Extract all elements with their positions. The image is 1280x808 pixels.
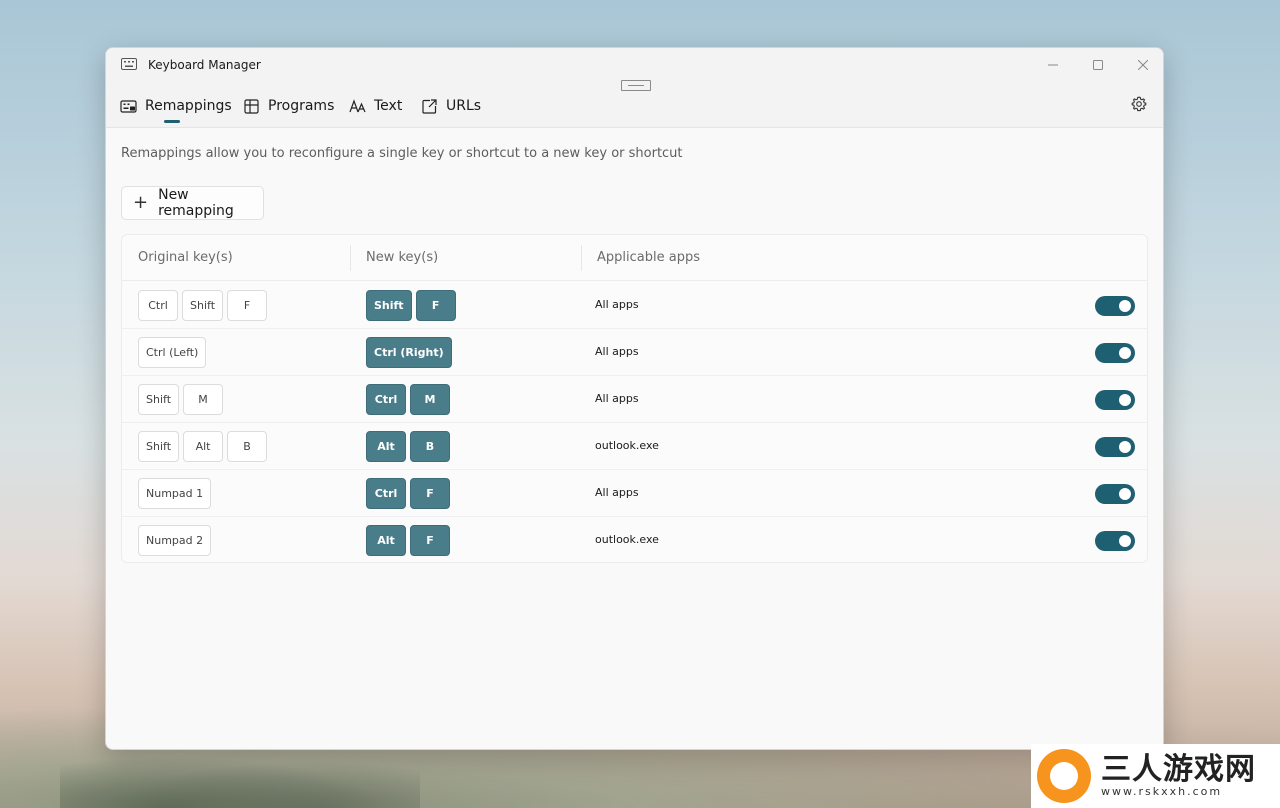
applicable-app: outlook.exe [595, 533, 659, 546]
applicable-app: All apps [595, 392, 639, 405]
tab-remappings[interactable]: Remappings [120, 94, 232, 118]
drag-handle-icon[interactable] [621, 80, 651, 91]
new-keys: Ctrl F [366, 478, 450, 509]
keyboard-app-icon [121, 58, 137, 70]
tab-programs-label: Programs [268, 98, 335, 114]
minimize-button[interactable] [1030, 48, 1075, 82]
original-key-chip: M [183, 384, 224, 415]
new-key-chip: Alt [366, 431, 406, 462]
original-key-chip: Shift [138, 384, 180, 415]
header-original-keys: Original key(s) [138, 250, 233, 265]
original-key-chip: Numpad 2 [138, 525, 212, 556]
tab-remappings-label: Remappings [145, 98, 232, 114]
enabled-toggle[interactable] [1095, 390, 1135, 410]
original-key-chip: Ctrl (Left) [138, 337, 207, 368]
new-key-chip: M [410, 384, 450, 415]
new-key-chip: F [415, 290, 456, 321]
minimize-icon [1047, 64, 1058, 66]
tab-programs[interactable]: Programs [243, 94, 334, 118]
original-key-chip: Alt [183, 431, 224, 462]
watermark: 三人游戏网 www.rskxxh.com [1031, 744, 1280, 808]
new-key-chip: Alt [366, 525, 406, 556]
enabled-toggle[interactable] [1095, 343, 1135, 363]
original-key-chip: Shift [138, 431, 180, 462]
programs-icon [244, 98, 259, 114]
new-key-chip: Shift [366, 290, 412, 321]
close-icon [1137, 60, 1148, 70]
applicable-app: All apps [595, 298, 639, 311]
new-remapping-button[interactable]: + New remapping [121, 186, 264, 220]
new-key-chip: Ctrl [366, 478, 406, 509]
applicable-app: outlook.exe [595, 439, 659, 452]
enabled-toggle[interactable] [1095, 531, 1135, 551]
table-row[interactable]: Ctrl (Left) Ctrl (Right) All apps [122, 329, 1147, 376]
table-row[interactable]: Numpad 2 Alt Foutlook.exe [122, 517, 1147, 564]
new-key-chip: F [410, 525, 450, 556]
new-key-chip: Ctrl [366, 384, 406, 415]
new-keys: Alt B [366, 431, 450, 462]
tab-urls[interactable]: URLs [421, 94, 481, 118]
new-key-chip: F [410, 478, 450, 509]
text-icon [349, 98, 366, 112]
header-applicable-apps: Applicable apps [597, 250, 700, 265]
desktop-trees [60, 748, 420, 808]
new-keys: Ctrl (Right) [366, 337, 452, 368]
maximize-icon [1092, 60, 1103, 70]
settings-button[interactable] [1129, 94, 1149, 114]
tab-urls-label: URLs [446, 98, 482, 114]
new-key-chip: Ctrl (Right) [366, 337, 452, 368]
original-key-chip: Ctrl [138, 290, 178, 321]
gear-icon [1131, 96, 1147, 112]
page-description: Remappings allow you to reconfigure a si… [121, 146, 683, 161]
column-separator[interactable] [581, 245, 582, 271]
tab-text[interactable]: Text [349, 94, 402, 118]
original-key-chip: B [227, 431, 268, 462]
new-remapping-label: New remapping [158, 187, 234, 219]
tab-text-label: Text [374, 98, 403, 114]
original-keys: Ctrl Shift F [138, 290, 268, 321]
table-row[interactable]: Numpad 1 Ctrl F All apps [122, 470, 1147, 517]
table-row[interactable]: Shift M Ctrl M All apps [122, 376, 1147, 423]
original-keys: Numpad 2 [138, 525, 212, 556]
applicable-app: All apps [595, 345, 639, 358]
watermark-logo [1037, 749, 1091, 803]
applicable-app: All apps [595, 486, 639, 499]
new-keys: Ctrl M [366, 384, 450, 415]
original-keys: Numpad 1 [138, 478, 212, 509]
remappings-table: Original key(s) New key(s) Applicable ap… [121, 234, 1148, 563]
new-keys: Shift F [366, 290, 456, 321]
column-separator[interactable] [350, 245, 351, 271]
original-key-chip: Numpad 1 [138, 478, 212, 509]
close-button[interactable] [1120, 48, 1163, 82]
header-new-keys: New key(s) [366, 250, 439, 265]
plus-icon: + [133, 192, 149, 213]
enabled-toggle[interactable] [1095, 437, 1135, 457]
table-header: Original key(s) New key(s) Applicable ap… [122, 235, 1147, 281]
watermark-title: 三人游戏网 [1101, 751, 1256, 787]
enabled-toggle[interactable] [1095, 484, 1135, 504]
open-url-icon [422, 98, 437, 114]
new-keys: Alt F [366, 525, 450, 556]
table-row[interactable]: Ctrl Shift F Shift F All apps [122, 282, 1147, 329]
active-tab-indicator [164, 120, 180, 123]
enabled-toggle[interactable] [1095, 296, 1135, 316]
maximize-button[interactable] [1075, 48, 1120, 82]
keyboard-remap-icon [120, 99, 137, 113]
original-keys: Shift M [138, 384, 224, 415]
main-content: Remappings allow you to reconfigure a si… [106, 128, 1163, 749]
title-bar[interactable]: Keyboard Manager [106, 48, 1163, 82]
keyboard-manager-window: Keyboard Manager Remappings Programs Tex… [105, 47, 1164, 750]
new-key-chip: B [410, 431, 450, 462]
table-row[interactable]: Shift Alt B Alt Boutlook.exe [122, 423, 1147, 470]
original-keys: Ctrl (Left) [138, 337, 207, 368]
original-keys: Shift Alt B [138, 431, 268, 462]
window-title: Keyboard Manager [148, 58, 261, 72]
original-key-chip: F [227, 290, 268, 321]
original-key-chip: Shift [182, 290, 224, 321]
